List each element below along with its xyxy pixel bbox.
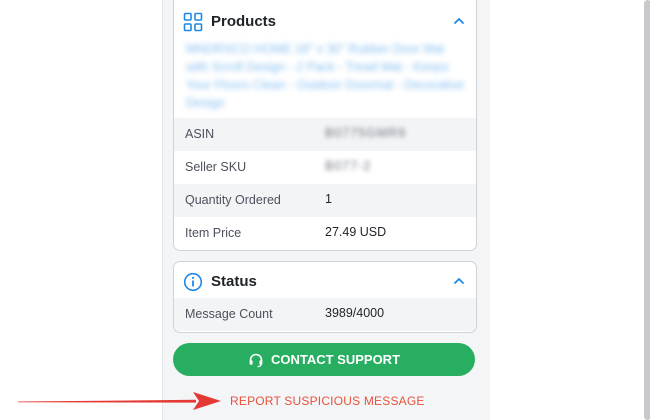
message-count-label: Message Count — [185, 307, 273, 321]
chevron-up-icon[interactable] — [452, 274, 466, 288]
product-name-link[interactable]: MNDRSCO HOME 18" x 30" Rubber Door Mat w… — [186, 40, 466, 112]
item-price-label: Item Price — [185, 226, 242, 240]
info-icon — [183, 272, 203, 292]
seller-sku-value: B077-2 — [325, 159, 372, 173]
products-card: Products MNDRSCO HOME 18" x 30" Rubber D… — [173, 0, 477, 251]
grid-icon — [183, 12, 203, 32]
contact-support-button[interactable]: CONTACT SUPPORT — [173, 343, 475, 376]
scrollbar[interactable] — [644, 0, 650, 420]
table-row: ASIN B0775GMR9 — [174, 118, 476, 151]
message-count-value: 3989/4000 — [325, 306, 385, 320]
quantity-value: 1 — [325, 192, 332, 206]
red-arrow-annotation — [18, 392, 221, 410]
report-suspicious-message-link[interactable]: REPORT SUSPICIOUS MESSAGE — [230, 394, 425, 408]
table-row: Quantity Ordered 1 — [174, 184, 476, 217]
table-row: Message Count 3989/4000 — [174, 298, 476, 331]
table-row: Item Price 27.49 USD — [174, 217, 476, 250]
status-title: Status — [211, 273, 257, 290]
item-price-value: 27.49 USD — [325, 225, 387, 239]
seller-sku-label: Seller SKU — [185, 160, 247, 174]
products-title: Products — [211, 13, 277, 30]
asin-value: B0775GMR9 — [325, 126, 407, 140]
products-header[interactable]: Products — [174, 2, 476, 44]
status-card: Status Message Count 3989/4000 — [173, 261, 477, 333]
order-details-panel: Products MNDRSCO HOME 18" x 30" Rubber D… — [162, 0, 650, 420]
table-row: Seller SKU B077-2 — [174, 151, 476, 184]
headset-icon — [249, 353, 263, 367]
contact-support-label: CONTACT SUPPORT — [270, 352, 401, 367]
chevron-up-icon[interactable] — [452, 14, 466, 28]
asin-label: ASIN — [185, 127, 215, 141]
quantity-label: Quantity Ordered — [185, 193, 281, 207]
